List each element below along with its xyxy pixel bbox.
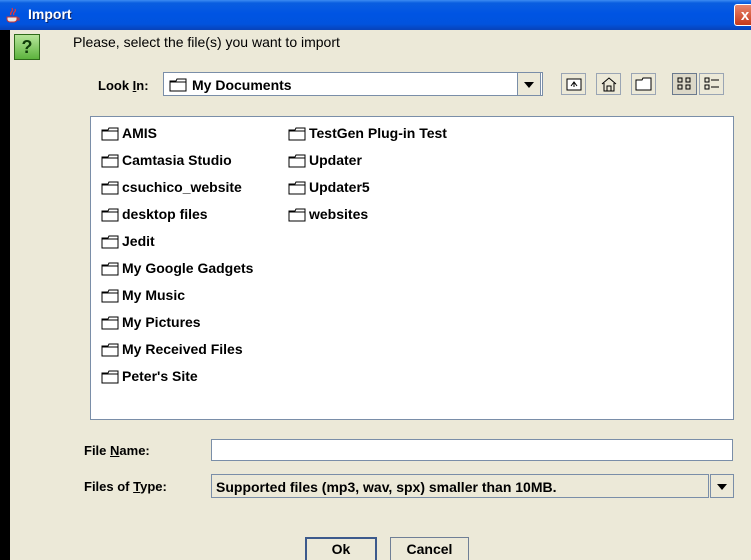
window-title: Import bbox=[28, 6, 72, 22]
home-button[interactable] bbox=[596, 73, 621, 95]
folder-icon bbox=[101, 289, 119, 303]
files-of-type-dropdown-button[interactable] bbox=[710, 474, 734, 498]
cancel-button[interactable]: Cancel bbox=[390, 537, 469, 560]
window-border bbox=[0, 30, 10, 560]
details-view-button[interactable] bbox=[699, 73, 724, 95]
look-in-combo[interactable]: My Documents bbox=[163, 72, 543, 96]
folder-icon bbox=[101, 316, 119, 330]
folder-icon bbox=[101, 154, 119, 168]
files-of-type-combo[interactable]: Supported files (mp3, wav, spx) smaller … bbox=[211, 474, 709, 498]
look-in-label: Look In: bbox=[98, 78, 149, 93]
list-view-icon bbox=[677, 77, 691, 90]
files-of-type-label: Files of Type: bbox=[84, 479, 167, 494]
folder-icon bbox=[288, 208, 306, 222]
up-one-level-icon bbox=[566, 78, 582, 91]
new-folder-icon bbox=[635, 77, 652, 91]
java-cup-icon bbox=[6, 7, 20, 23]
file-list[interactable]: AMIS Camtasia Studio csuchico_website de… bbox=[90, 116, 734, 420]
up-one-level-button[interactable] bbox=[561, 73, 586, 95]
file-name-label: File Name: bbox=[84, 443, 150, 458]
folder-icon bbox=[101, 370, 119, 384]
folder-icon bbox=[101, 262, 119, 276]
prompt-text: Please, select the file(s) you want to i… bbox=[73, 34, 340, 50]
close-icon: x bbox=[740, 7, 750, 24]
question-icon: ? bbox=[14, 34, 40, 60]
close-button[interactable]: x bbox=[734, 4, 751, 26]
folder-icon bbox=[101, 208, 119, 222]
title-bar[interactable]: Import x bbox=[0, 0, 751, 30]
folder-icon bbox=[288, 127, 306, 141]
folder-icon bbox=[288, 154, 306, 168]
look-in-value: My Documents bbox=[192, 77, 292, 93]
home-icon bbox=[601, 77, 617, 92]
folder-icon bbox=[101, 127, 119, 141]
folder-icon bbox=[169, 78, 187, 92]
folder-icon bbox=[101, 181, 119, 195]
ok-button[interactable]: Ok bbox=[305, 537, 377, 560]
folder-icon bbox=[101, 343, 119, 357]
look-in-dropdown-button[interactable] bbox=[517, 72, 541, 96]
details-view-icon bbox=[704, 77, 719, 90]
files-of-type-value: Supported files (mp3, wav, spx) smaller … bbox=[216, 479, 557, 495]
file-name-field[interactable] bbox=[211, 439, 733, 461]
folder-icon bbox=[288, 181, 306, 195]
import-dialog: Import x ? Please, select the file(s) yo… bbox=[0, 0, 751, 560]
list-view-button[interactable] bbox=[672, 73, 697, 95]
folder-icon bbox=[101, 235, 119, 249]
new-folder-button[interactable] bbox=[631, 73, 656, 95]
